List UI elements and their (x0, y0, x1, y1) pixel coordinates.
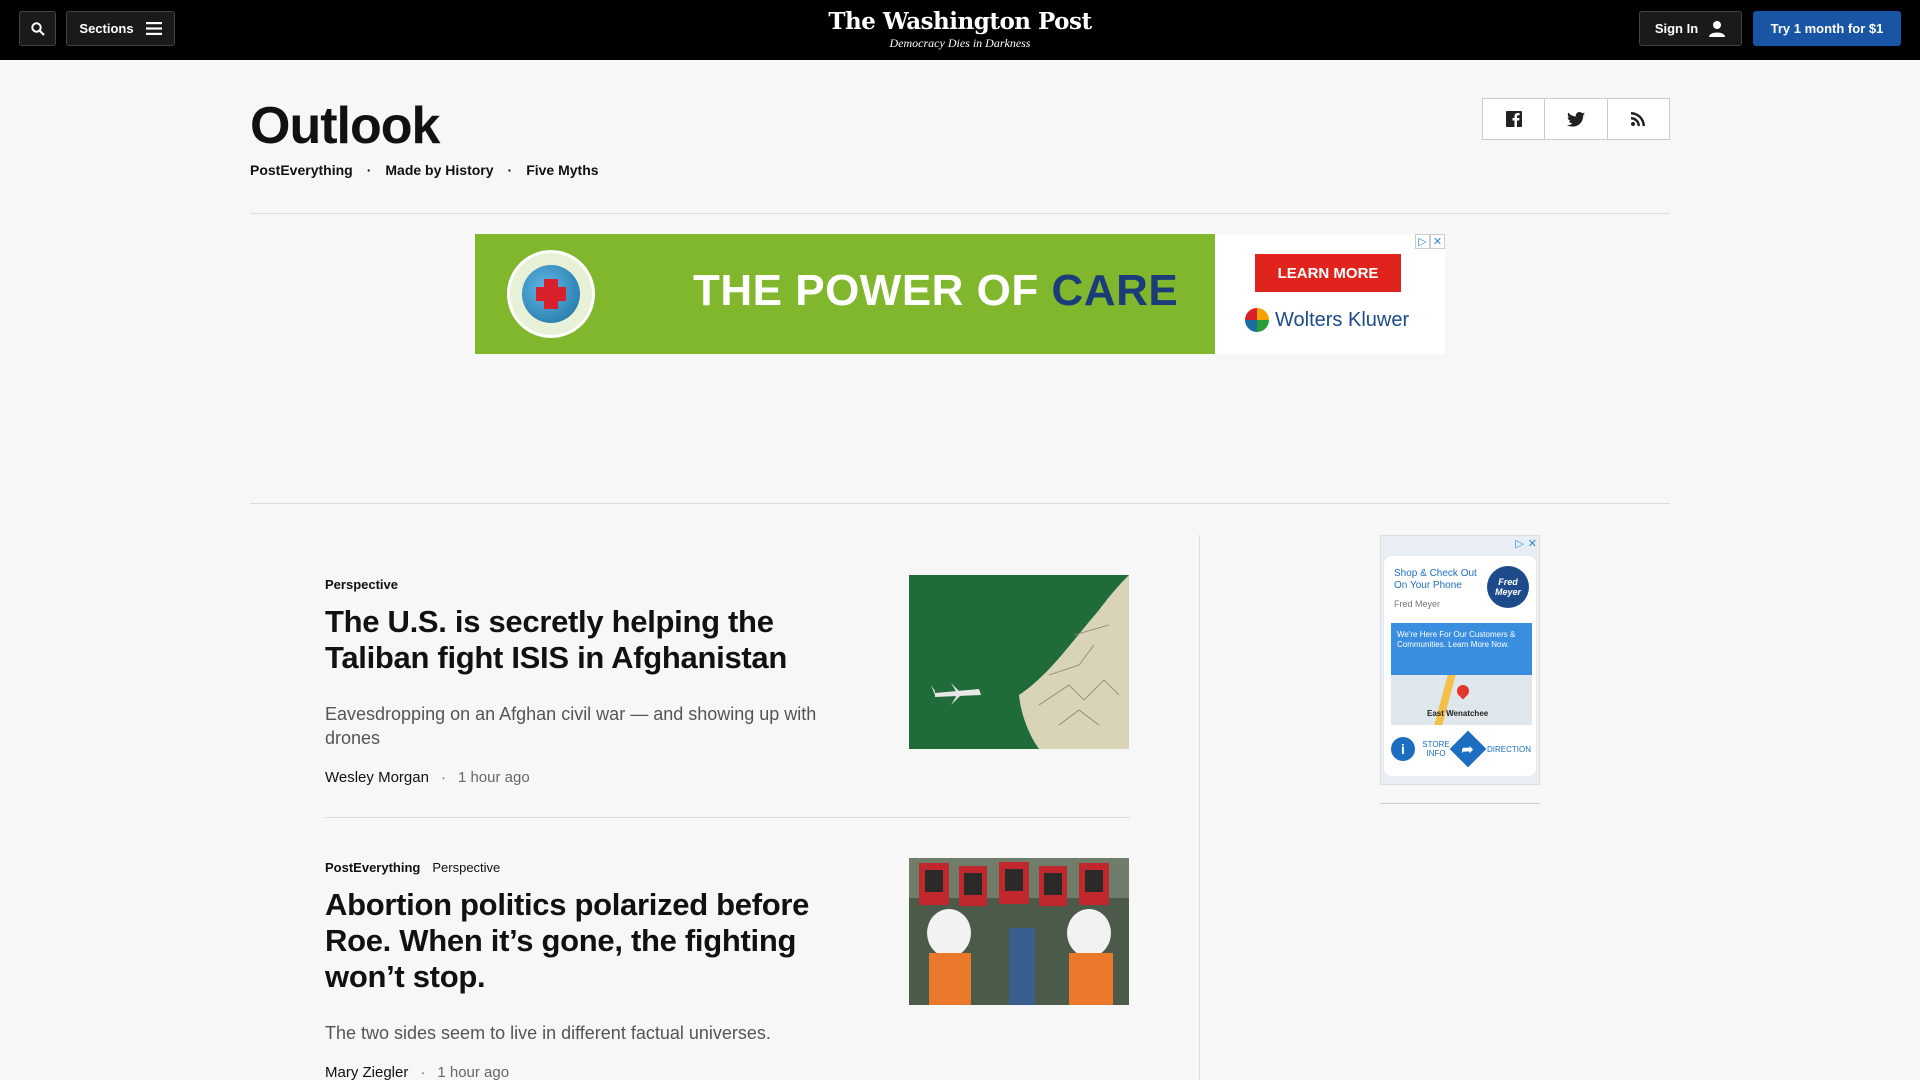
map-pin-icon (1454, 682, 1472, 700)
ad-headline-accent: CARE (1051, 266, 1179, 315)
subnav-link-posteverything[interactable]: PostEverything (250, 162, 353, 178)
article-byline: Mary Ziegler · 1 hour ago (325, 1064, 1130, 1080)
side-ad-brand: Fred Meyer (1394, 599, 1441, 609)
side-ad-logo: Fred Meyer (1487, 566, 1529, 608)
article-timestamp: 1 hour ago (437, 1064, 510, 1080)
search-button[interactable] (19, 11, 56, 46)
directions-link[interactable]: DIRECTION (1487, 745, 1531, 754)
user-icon (1709, 20, 1726, 37)
article-author[interactable]: Wesley Morgan (325, 769, 429, 786)
section-subnav: PostEverything · Made by History · Five … (250, 162, 599, 178)
adchoices-icon[interactable]: ▷ (1415, 234, 1430, 249)
site-logo[interactable]: The Washington Post Democracy Dies in Da… (810, 8, 1110, 51)
facebook-icon (1505, 111, 1522, 127)
logo-tagline: Democracy Dies in Darkness (889, 36, 1031, 50)
byline-separator: · (420, 1064, 426, 1080)
close-ad-icon[interactable]: ✕ (1528, 537, 1537, 550)
side-ad-map[interactable]: East Wenatchee (1391, 675, 1532, 725)
byline-separator: · (440, 769, 446, 786)
article-section-link[interactable]: PostEverything (325, 860, 420, 875)
ad-headline: THE POWER OF CARE (693, 266, 1178, 316)
article-author[interactable]: Mary Ziegler (325, 1064, 408, 1080)
rss-icon (1631, 112, 1646, 126)
protest-photo (909, 858, 1129, 1005)
column-separator (1199, 535, 1200, 1080)
side-ad-actions: i STORE INFO ➦ DIRECTION (1391, 730, 1532, 768)
article-blurb: Eavesdropping on an Afghan civil war — a… (325, 704, 817, 748)
side-ad-message[interactable]: We're Here For Our Customers & Communiti… (1391, 623, 1532, 675)
article-label[interactable]: Perspective (432, 860, 500, 875)
sections-label: Sections (79, 21, 134, 36)
article-timestamp: 1 hour ago (457, 769, 530, 786)
side-ad-card: Shop & Check Out On Your Phone Fred Meye… (1384, 556, 1536, 776)
ad-divider (250, 503, 1670, 504)
hamburger-menu-icon (145, 22, 162, 35)
ad-headline-main: THE POWER OF (693, 266, 1039, 315)
page-title: Outlook (250, 97, 440, 155)
sign-in-button[interactable]: Sign In (1639, 11, 1742, 46)
sign-in-label: Sign In (1654, 21, 1699, 36)
header-divider (250, 213, 1670, 214)
adchoices[interactable]: ▷ ✕ (1415, 234, 1445, 249)
adchoices-icon[interactable]: ▷ (1515, 537, 1523, 550)
article-label[interactable]: Perspective (325, 577, 398, 592)
top-navigation-bar: Sections The Washington Post Democracy D… (0, 0, 1920, 60)
twitter-share-button[interactable] (1545, 99, 1608, 139)
share-buttons (1482, 98, 1670, 140)
search-icon (30, 21, 45, 36)
side-ad-title: Shop & Check Out On Your Phone (1394, 568, 1477, 591)
twitter-icon (1566, 111, 1585, 127)
article-headline[interactable]: The U.S. is secretly helping the Taliban… (325, 604, 865, 676)
ad-creative: THE POWER OF CARE (475, 234, 1215, 354)
ad-brand-panel: LEARN MORE Wolters Kluwer ▷ ✕ (1215, 234, 1445, 354)
directions-icon[interactable]: ➦ (1449, 730, 1487, 768)
close-ad-icon[interactable]: ✕ (1430, 234, 1445, 249)
subscribe-button[interactable]: Try 1 month for $1 (1753, 11, 1901, 46)
ad-learn-more-button[interactable]: LEARN MORE (1255, 254, 1401, 292)
sidebar-divider (1380, 803, 1540, 804)
banner-advertisement[interactable]: THE POWER OF CARE LEARN MORE Wolters Klu… (475, 234, 1445, 354)
subnav-link-five-myths[interactable]: Five Myths (526, 162, 598, 178)
subnav-link-made-by-history[interactable]: Made by History (385, 162, 493, 178)
adchoices[interactable]: ▷ ✕ (1515, 537, 1537, 550)
article-divider (325, 817, 1130, 818)
store-info-link[interactable]: STORE INFO (1419, 740, 1453, 758)
subnav-separator: · (366, 162, 372, 178)
map-city-label: East Wenatchee (1427, 709, 1489, 718)
sidebar-advertisement[interactable]: ▷ ✕ Shop & Check Out On Your Phone Fred … (1380, 535, 1540, 785)
article-headline[interactable]: Abortion politics polarized before Roe. … (325, 887, 865, 995)
ad-brand: Wolters Kluwer (1245, 308, 1409, 332)
drone-map-illustration (909, 575, 1129, 749)
sections-button[interactable]: Sections (66, 11, 175, 46)
article-blurb: The two sides seem to live in different … (325, 1023, 771, 1043)
article-thumbnail[interactable] (909, 575, 1129, 749)
globe-emblem-icon (507, 250, 595, 338)
subnav-separator: · (507, 162, 513, 178)
logo-name: The Washington Post (828, 8, 1092, 35)
rss-button[interactable] (1608, 99, 1669, 139)
wolters-kluwer-logo-icon (1245, 308, 1269, 332)
article-byline: Wesley Morgan · 1 hour ago (325, 769, 1130, 786)
article-thumbnail[interactable] (909, 858, 1129, 1005)
ad-brand-name: Wolters Kluwer (1275, 308, 1410, 331)
info-icon[interactable]: i (1391, 737, 1415, 761)
facebook-share-button[interactable] (1483, 99, 1546, 139)
